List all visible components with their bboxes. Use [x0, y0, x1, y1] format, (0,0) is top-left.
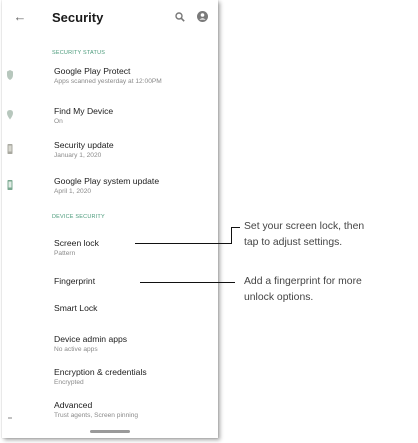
- setting-advanced[interactable]: Advanced Trust agents, Screen pinning: [2, 400, 218, 426]
- callout-screen-lock: Set your screen lock, then tap to adjust…: [244, 219, 364, 251]
- section-header-security-status: SECURITY STATUS: [52, 50, 106, 56]
- section-header-device-security: DEVICE SECURITY: [52, 214, 105, 220]
- setting-google-play-protect[interactable]: Google Play Protect Apps scanned yesterd…: [2, 66, 218, 92]
- callout-fingerprint-line-2: unlock options.: [244, 292, 314, 303]
- setting-fingerprint[interactable]: Fingerprint: [2, 276, 218, 292]
- setting-title: Screen lock: [54, 238, 99, 248]
- setting-find-my-device[interactable]: Find My Device On: [2, 106, 218, 132]
- setting-subtitle: January 1, 2020: [54, 152, 102, 159]
- setting-title: Find My Device: [54, 106, 114, 116]
- account-icon[interactable]: [197, 11, 208, 22]
- setting-title: Google Play Protect: [54, 66, 131, 76]
- setting-google-play-system-update[interactable]: Google Play system update April 1, 2020: [2, 176, 218, 202]
- setting-title: Encryption & credentials: [54, 367, 147, 377]
- setting-encryption-credentials[interactable]: Encryption & credentials Encrypted: [2, 367, 218, 393]
- page-title: Security: [52, 10, 104, 25]
- app-bar: ← Security: [2, 0, 218, 38]
- setting-subtitle: Trust agents, Screen pinning: [54, 412, 139, 419]
- shield-icon: [7, 70, 13, 80]
- setting-subtitle: April 1, 2020: [54, 188, 92, 195]
- setting-title: Smart Lock: [54, 303, 98, 313]
- setting-subtitle: Encrypted: [54, 379, 84, 386]
- phone-update-icon: [7, 180, 13, 190]
- phone-screen: ← Security SECURITY STATUS Google Play P…: [2, 0, 218, 438]
- callout-line-screen-lock-horizontal: [135, 243, 232, 245]
- callout-line-fingerprint: [140, 282, 235, 284]
- callout-screen-lock-line-2: tap to adjust settings.: [244, 237, 343, 248]
- setting-screen-lock[interactable]: Screen lock Pattern: [2, 238, 218, 264]
- navigation-handle[interactable]: [90, 430, 130, 433]
- callout-fingerprint-line-1: Add a fingerprint for more: [244, 276, 362, 287]
- setting-subtitle: Pattern: [54, 250, 76, 257]
- expand-icon: [8, 417, 12, 419]
- search-icon[interactable]: [175, 12, 185, 22]
- back-arrow-icon[interactable]: ←: [13, 10, 27, 24]
- callout-line-screen-lock-vertical: [231, 227, 233, 244]
- location-pin-icon: [7, 110, 13, 120]
- system-update-icon: [7, 144, 13, 154]
- setting-subtitle: On: [54, 118, 63, 125]
- setting-title: Google Play system update: [54, 176, 160, 186]
- callout-line-screen-lock-tick: [231, 227, 240, 229]
- setting-security-update[interactable]: Security update January 1, 2020: [2, 140, 218, 166]
- setting-title: Advanced: [54, 400, 93, 410]
- callout-fingerprint: Add a fingerprint for more unlock option…: [244, 274, 362, 306]
- setting-device-admin-apps[interactable]: Device admin apps No active apps: [2, 334, 218, 360]
- setting-title: Security update: [54, 140, 114, 150]
- setting-title: Fingerprint: [54, 276, 96, 286]
- callout-screen-lock-line-1: Set your screen lock, then: [244, 221, 365, 232]
- setting-smart-lock[interactable]: Smart Lock: [2, 303, 218, 319]
- setting-subtitle: No active apps: [54, 346, 98, 353]
- setting-subtitle: Apps scanned yesterday at 12:00PM: [54, 78, 162, 85]
- setting-title: Device admin apps: [54, 334, 128, 344]
